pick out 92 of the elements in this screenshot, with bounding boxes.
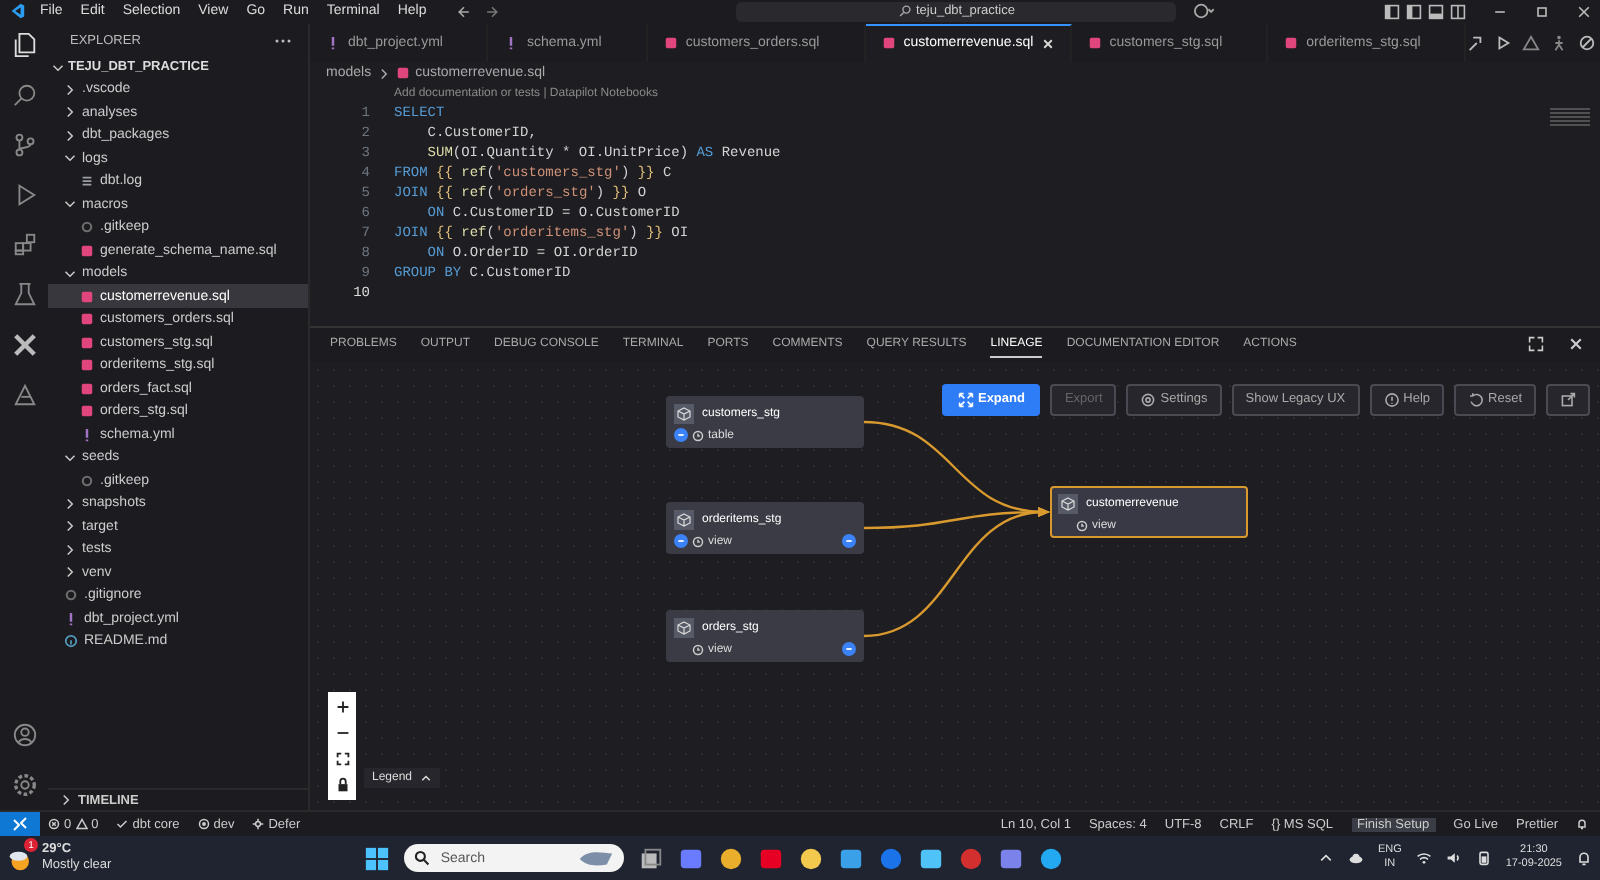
- clock-icon: [692, 643, 704, 656]
- chevron-icon: [64, 267, 76, 280]
- fit-view-icon[interactable]: [333, 749, 351, 768]
- sql-file-icon: [395, 66, 410, 81]
- settings-icon[interactable]: [11, 772, 37, 799]
- maximize-icon[interactable]: [1528, 336, 1544, 353]
- chevron-up-icon[interactable]: [1317, 850, 1334, 867]
- caret-up-icon: [420, 771, 433, 784]
- clock-icon: [692, 429, 704, 442]
- info-icon: [64, 634, 78, 649]
- lock-icon[interactable]: [333, 775, 351, 794]
- reset-icon: [1468, 391, 1485, 408]
- taskbar-app-icon[interactable]: [838, 845, 865, 872]
- cube-icon: [674, 403, 694, 424]
- taskbar-app-icon[interactable]: [998, 845, 1025, 872]
- wifi-icon[interactable]: [1415, 850, 1432, 867]
- taskbar-app-icon[interactable]: [718, 845, 745, 872]
- ring-file-icon: [64, 588, 78, 603]
- battery-icon[interactable]: [1475, 850, 1492, 867]
- x-shape-icon[interactable]: [11, 331, 37, 358]
- search-icon: [897, 4, 912, 19]
- clock-icon: [692, 535, 704, 548]
- forward-arrow-icon[interactable]: [484, 3, 501, 20]
- expand-parents-icon[interactable]: [674, 428, 688, 443]
- bell-icon[interactable]: [1576, 818, 1588, 831]
- open-external-button[interactable]: [1546, 383, 1590, 416]
- expand-children-icon[interactable]: [842, 642, 856, 657]
- hammer-icon[interactable]: [1466, 33, 1485, 52]
- close-icon[interactable]: [1041, 37, 1054, 50]
- exclamation-file-icon: [64, 611, 78, 626]
- error-icon: [48, 818, 60, 831]
- warning-icon[interactable]: [1522, 33, 1541, 52]
- layout-icon[interactable]: [1384, 3, 1400, 20]
- open-external-icon: [1560, 391, 1576, 408]
- flask-icon[interactable]: [11, 281, 37, 308]
- check-icon: [116, 818, 129, 831]
- square-file-icon: [663, 35, 678, 50]
- account-icon[interactable]: [11, 722, 37, 749]
- chevron-right-icon: [377, 67, 390, 80]
- square-file-icon: [1087, 35, 1102, 50]
- target-icon: [197, 818, 210, 831]
- cancel-icon[interactable]: [1578, 33, 1597, 52]
- warning-icon: [75, 818, 88, 831]
- source-control-icon[interactable]: [11, 131, 37, 158]
- cube-icon: [674, 617, 694, 638]
- help-icon: [1383, 391, 1400, 408]
- windows-start-icon[interactable]: [364, 845, 391, 872]
- remote-icon[interactable]: [0, 812, 40, 837]
- search-icon[interactable]: [11, 81, 37, 108]
- settings-icon: [1140, 391, 1157, 408]
- restore-icon[interactable]: [1534, 3, 1550, 20]
- exclamation-file-icon: [326, 35, 340, 50]
- square-file-icon: [881, 36, 896, 51]
- task-view-icon[interactable]: [638, 845, 665, 872]
- search-icon: [414, 850, 431, 867]
- play-icon[interactable]: [1494, 33, 1513, 52]
- sidebar-toggle-icon[interactable]: [1406, 3, 1422, 20]
- expand-parents-icon[interactable]: [674, 534, 688, 549]
- triangle-icon[interactable]: [11, 381, 37, 408]
- close-icon[interactable]: [1568, 336, 1584, 353]
- clock-icon: [1076, 519, 1088, 532]
- exclamation-file-icon: [80, 427, 94, 442]
- panel-toggle-icon[interactable]: [1428, 3, 1444, 20]
- taskbar-app-icon[interactable]: [918, 845, 945, 872]
- lines-file-icon: [80, 174, 94, 189]
- square-file-icon: [80, 243, 94, 258]
- zoom-in-icon[interactable]: [333, 697, 351, 716]
- taskbar-app-icon[interactable]: [678, 845, 705, 872]
- taskbar-app-icon[interactable]: [1038, 845, 1065, 872]
- run-person-icon[interactable]: [1550, 33, 1569, 52]
- extensions-icon[interactable]: [11, 231, 37, 258]
- ring-file-icon: [80, 473, 94, 488]
- vscode-logo-icon: [8, 2, 26, 21]
- cube-icon: [674, 509, 694, 530]
- cube-icon: [1058, 493, 1078, 514]
- more-icon[interactable]: [274, 37, 292, 44]
- chevron-icon: [64, 451, 76, 464]
- chevron-icon: [60, 794, 72, 807]
- notification-bell-icon[interactable]: [1576, 850, 1592, 867]
- expand-children-icon[interactable]: [842, 534, 856, 549]
- split-layout-icon[interactable]: [1450, 3, 1466, 20]
- taskbar-app-icon[interactable]: [798, 845, 825, 872]
- chevron-icon: [64, 198, 76, 211]
- sun-icon: [252, 818, 265, 831]
- expand-icon: [957, 391, 974, 408]
- back-arrow-icon[interactable]: [456, 3, 473, 20]
- explorer-icon[interactable]: [11, 31, 37, 58]
- ring-file-icon: [80, 220, 94, 235]
- close-icon[interactable]: [1576, 3, 1592, 20]
- speaker-icon[interactable]: [1445, 850, 1462, 867]
- cloud-icon[interactable]: [1347, 850, 1364, 867]
- square-file-icon: [1284, 35, 1299, 50]
